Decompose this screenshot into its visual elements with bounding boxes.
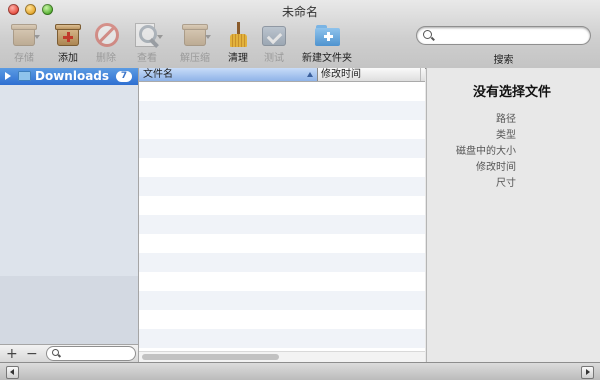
broom-icon <box>224 22 252 48</box>
sidebar: Downloads 7 <box>0 68 139 344</box>
remove-button[interactable]: 删除 <box>86 22 126 66</box>
list-header: 文件名 修改时间 <box>139 68 425 82</box>
info-field-type: 类型 <box>496 130 516 141</box>
bottom-bar <box>0 362 600 380</box>
collapse-left-button[interactable] <box>6 366 19 379</box>
view-label: 查看 <box>137 53 157 64</box>
info-pane: 没有选择文件 路径 类型 磁盘中的大小 修改时间 尺寸 <box>426 68 600 362</box>
folder-plus-icon <box>313 22 341 48</box>
search-icon <box>423 30 432 39</box>
clean-label: 清理 <box>228 53 248 64</box>
column-header-name[interactable]: 文件名 <box>139 68 318 81</box>
add-label: 添加 <box>58 53 78 64</box>
disclosure-triangle-icon[interactable] <box>5 72 11 80</box>
sidebar-item-downloads[interactable]: Downloads 7 <box>0 68 138 85</box>
info-field-dimensions: 尺寸 <box>496 178 516 189</box>
info-field-path: 路径 <box>496 114 516 125</box>
app-window: 未命名 存储 添加 删除 查看 解压缩 清理 测试 新建文件夹 搜索 Downl… <box>0 0 600 380</box>
sidebar-filter-input[interactable] <box>47 347 135 360</box>
count-badge: 7 <box>116 71 132 82</box>
remove-source-button[interactable]: − <box>26 346 38 362</box>
column-header-modified[interactable]: 修改时间 <box>318 68 421 81</box>
column-name-label: 文件名 <box>143 69 173 80</box>
remove-label: 删除 <box>96 53 116 64</box>
window-title: 未命名 <box>281 5 318 19</box>
column-modified-label: 修改时间 <box>321 69 361 80</box>
file-rows[interactable] <box>139 82 425 352</box>
sidebar-lower-section <box>0 276 138 344</box>
no-sign-icon <box>92 22 120 48</box>
add-button[interactable]: 添加 <box>48 22 88 66</box>
sidebar-item-label: Downloads <box>35 69 110 83</box>
info-field-size-on-disk: 磁盘中的大小 <box>456 146 516 157</box>
magnifier-icon <box>133 22 163 48</box>
info-title: 没有选择文件 <box>472 85 551 100</box>
clean-button[interactable]: 清理 <box>218 22 258 66</box>
add-source-button[interactable]: + <box>6 346 18 362</box>
toolbar: 未命名 存储 添加 删除 查看 解压缩 清理 测试 新建文件夹 搜索 <box>0 0 600 69</box>
horizontal-scrollbar[interactable] <box>139 351 425 362</box>
test-button[interactable]: 测试 <box>254 22 294 66</box>
box-icon <box>10 22 40 48</box>
search-label: 搜索 <box>493 55 514 66</box>
sidebar-footer: + − <box>0 344 139 363</box>
collapse-right-button[interactable] <box>581 366 594 379</box>
archive-label: 存储 <box>14 53 34 64</box>
sort-ascending-icon <box>307 72 313 77</box>
scrollbar-thumb[interactable] <box>142 354 279 360</box>
extract-button[interactable]: 解压缩 <box>175 22 215 66</box>
extract-label: 解压缩 <box>180 53 210 64</box>
folder-icon <box>18 71 31 81</box>
file-list[interactable]: 文件名 修改时间 <box>139 68 425 362</box>
box-down-icon <box>181 22 211 48</box>
search-input[interactable] <box>417 27 590 44</box>
test-label: 测试 <box>264 53 284 64</box>
archive-button[interactable]: 存储 <box>4 22 44 66</box>
checkmark-icon <box>260 22 288 48</box>
new-folder-label: 新建文件夹 <box>302 53 352 64</box>
search-icon <box>52 349 59 356</box>
new-folder-button[interactable]: 新建文件夹 <box>302 22 352 66</box>
info-field-modified: 修改时间 <box>476 162 516 173</box>
view-button[interactable]: 查看 <box>127 22 167 66</box>
box-plus-icon <box>54 22 82 48</box>
